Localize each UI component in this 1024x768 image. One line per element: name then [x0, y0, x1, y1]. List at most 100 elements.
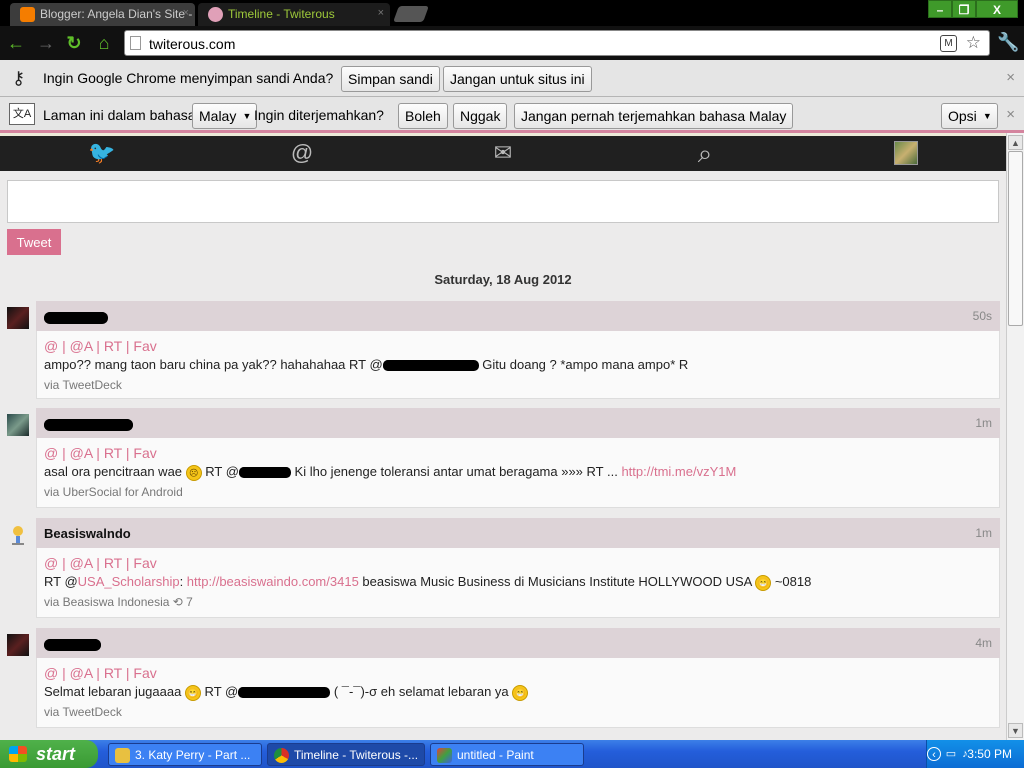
avatar[interactable]: [7, 524, 29, 546]
tweet-text: ampo?? mang taon baru china pa yak?? hah…: [44, 357, 688, 372]
tweet-source: via TweetDeck: [44, 378, 122, 392]
home-bird-icon[interactable]: 🐦: [87, 140, 117, 166]
tray-expand-icon[interactable]: ‹: [927, 747, 941, 761]
tweet-body: @ | @A | RT | Fav ampo?? mang taon baru …: [36, 331, 1000, 399]
tweet-link[interactable]: http://beasiswaindo.com/3415: [187, 574, 359, 589]
reload-icon[interactable]: ↻: [64, 33, 84, 53]
tab-label: Timeline - Twiterous: [228, 7, 335, 21]
back-icon[interactable]: ←: [6, 33, 26, 53]
start-button[interactable]: start: [0, 740, 98, 768]
messages-icon[interactable]: ✉: [488, 140, 518, 166]
tweet-body: @ | @A | RT | Fav RT @USA_Scholarship: h…: [36, 548, 1000, 618]
chrome-icon: [274, 748, 289, 763]
tweet-text-part: ampo?? mang taon baru china pa yak?? hah…: [44, 357, 383, 372]
never-save-password-button[interactable]: Jangan untuk situs ini: [443, 66, 592, 92]
task-twiterous[interactable]: Timeline - Twiterous -...: [267, 743, 425, 766]
tweet-text-part: Gitu doang ? *ampo mana ampo* R: [478, 357, 689, 372]
close-window-button[interactable]: X: [976, 0, 1018, 18]
tweet-actions[interactable]: @ | @A | RT | Fav: [44, 445, 157, 461]
minimize-button[interactable]: –: [928, 0, 952, 18]
extension-icon[interactable]: M: [940, 35, 957, 52]
tweet-username[interactable]: Beasiswalndo: [44, 526, 131, 541]
forward-icon[interactable]: →: [36, 33, 56, 53]
translate-prefix-text: Laman ini dalam bahasa: [43, 107, 196, 123]
restore-button[interactable]: ❐: [952, 0, 976, 18]
address-bar[interactable]: twiterous.com M ☆: [124, 30, 990, 56]
task-paint[interactable]: untitled - Paint: [430, 743, 584, 766]
profile-avatar[interactable]: [894, 141, 918, 165]
search-icon[interactable]: ⌕: [690, 140, 720, 166]
tweet-body: @ | @A | RT | Fav Selmat lebaran jugaaaa…: [36, 658, 1000, 728]
scroll-up-icon[interactable]: ▲: [1008, 135, 1023, 150]
tab-blogger[interactable]: Blogger: Angela Dian's Site - E ×: [10, 3, 195, 26]
close-tab-icon[interactable]: ×: [378, 7, 384, 19]
translate-yes-button[interactable]: Boleh: [398, 103, 448, 129]
tweet-header: Beasiswalndo 1m: [36, 518, 1000, 548]
site-nav: 🐦 @ ✉ ⌕: [0, 136, 1006, 171]
avatar[interactable]: [7, 307, 29, 329]
redacted-mention: ████████: [238, 467, 291, 479]
close-infobar-icon[interactable]: ×: [1006, 106, 1015, 123]
save-password-button[interactable]: Simpan sandi: [341, 66, 440, 92]
tweet-username[interactable]: ██████████: [44, 312, 108, 324]
tweet-username[interactable]: ██████████████: [44, 419, 134, 431]
scroll-down-icon[interactable]: ▼: [1008, 723, 1023, 738]
task-label: 3. Katy Perry - Part ...: [135, 748, 251, 762]
avatar[interactable]: [7, 414, 29, 436]
tweet-time: 50s: [972, 309, 992, 323]
tweet-header: █████████ 4m: [36, 628, 1000, 658]
tweet-button[interactable]: Tweet: [7, 229, 61, 255]
tweet-composer[interactable]: [7, 180, 999, 223]
url-text[interactable]: twiterous.com: [149, 36, 235, 52]
tweet-item: Beasiswalndo 1m @ | @A | RT | Fav RT @US…: [0, 518, 1006, 620]
password-prompt-text: Ingin Google Chrome menyimpan sandi Anda…: [43, 70, 334, 86]
bookmark-star-icon[interactable]: ☆: [966, 33, 981, 53]
browser-tab-bar: Blogger: Angela Dian's Site - E × Timeli…: [0, 0, 1024, 26]
tweet-actions[interactable]: @ | @A | RT | Fav: [44, 665, 157, 681]
wrench-menu-icon[interactable]: 🔧: [997, 32, 1019, 53]
page-scrollbar[interactable]: ▲ ▼: [1006, 133, 1024, 740]
emoji-icon: 😁: [755, 574, 772, 591]
close-infobar-icon[interactable]: ×: [1006, 69, 1015, 86]
tweet-item: ██████████ 50s @ | @A | RT | Fav ampo?? …: [0, 301, 1006, 401]
options-button[interactable]: Opsi ▼: [941, 103, 998, 129]
new-tab-button[interactable]: [393, 6, 429, 22]
tweet-text: RT @USA_Scholarship: http://beasiswaindo…: [44, 574, 811, 591]
language-select[interactable]: Malay ▼: [192, 103, 258, 129]
tweet-text: asal ora pencitraan wae ☹ RT @████████ K…: [44, 464, 736, 481]
timeline-content: Tweet Saturday, 18 Aug 2012 ██████████ 5…: [0, 171, 1006, 740]
tweet-item: █████████ 4m @ | @A | RT | Fav Selmat le…: [0, 628, 1006, 730]
options-label: Opsi: [948, 108, 977, 124]
translate-no-button[interactable]: Nggak: [453, 103, 508, 129]
tweet-time: 1m: [975, 526, 992, 540]
task-label: untitled - Paint: [457, 748, 534, 762]
network-monitor-icon[interactable]: ▭: [944, 747, 958, 761]
tweet-username[interactable]: █████████: [44, 639, 102, 651]
tweet-text-part: Ki lho jenenge toleransi antar umat bera…: [290, 464, 622, 479]
tweet-link[interactable]: http://tmi.me/vzY1M: [621, 464, 736, 479]
windows-flag-icon: [9, 746, 27, 762]
system-tray: ‹ ▭ ♪ 3:50 PM: [926, 740, 1024, 768]
retweet-icon: ⟲: [172, 595, 183, 609]
tweet-actions[interactable]: @ | @A | RT | Fav: [44, 555, 157, 571]
translate-infobar: 文A Laman ini dalam bahasa Malay ▼ Ingin d…: [0, 97, 1024, 133]
scroll-thumb[interactable]: [1008, 151, 1023, 326]
mentions-icon[interactable]: @: [287, 140, 317, 166]
never-translate-button[interactable]: Jangan pernah terjemahkan bahasa Malay: [514, 103, 794, 129]
tweet-mention[interactable]: USA_Scholarship: [78, 574, 180, 589]
tweet-source: via Beasiswa Indonesia ⟲ 7: [44, 595, 193, 609]
tab-timeline[interactable]: Timeline - Twiterous ×: [198, 3, 390, 26]
tweet-time: 4m: [975, 636, 992, 650]
chevron-down-icon: ▼: [242, 111, 252, 121]
close-tab-icon[interactable]: ×: [183, 7, 189, 19]
avatar[interactable]: [7, 634, 29, 656]
tweet-text-part: RT @: [44, 574, 78, 589]
password-infobar: ⚷ Ingin Google Chrome menyimpan sandi An…: [0, 60, 1024, 97]
home-icon[interactable]: ⌂: [94, 33, 114, 53]
tweet-body: @ | @A | RT | Fav asal ora pencitraan wa…: [36, 438, 1000, 508]
task-katy-perry[interactable]: 3. Katy Perry - Part ...: [108, 743, 262, 766]
emoji-icon: 😁: [512, 684, 529, 701]
key-icon: ⚷: [12, 68, 26, 88]
tweet-actions[interactable]: @ | @A | RT | Fav: [44, 338, 157, 354]
tweet-text-part: Selmat lebaran jugaaaa: [44, 684, 185, 699]
